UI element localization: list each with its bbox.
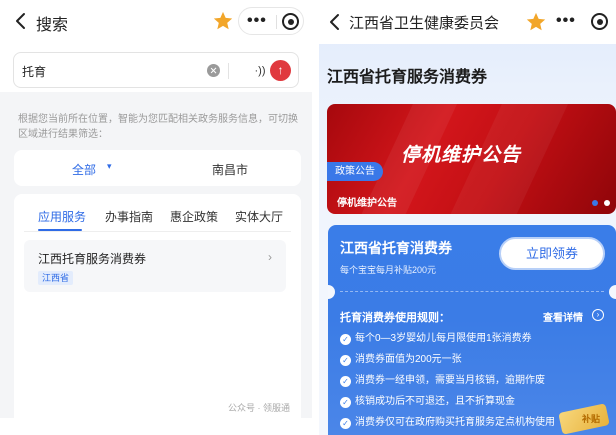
mini-program-capsule: •••	[552, 8, 612, 36]
chevron-right-circle-icon[interactable]: ›	[592, 309, 604, 321]
search-screen: 搜索 ••• ·)) ↑ 根据您当前所在位置，智能为您匹配相关政务服务信息，可切…	[0, 0, 312, 435]
mascot-text: 补贴	[582, 414, 601, 424]
search-results-area: 根据您当前所在位置，智能为您匹配相关政务服务信息，可切换区域进行结果筛选： 全部…	[4, 98, 309, 418]
carousel-dot[interactable]	[604, 200, 610, 206]
check-icon: ✓	[340, 355, 351, 366]
star-icon[interactable]	[212, 10, 234, 32]
check-icon: ✓	[340, 397, 351, 408]
region-filter: 全部 ▾ 南昌市	[14, 150, 301, 186]
more-icon[interactable]: •••	[556, 12, 576, 30]
check-icon: ✓	[340, 418, 351, 429]
coupon-divider	[340, 291, 604, 292]
rule-text: 消费券一经申领，需要当月核销，逾期作废	[355, 375, 545, 386]
location-hint: 根据您当前所在位置，智能为您匹配相关政务服务信息，可切换区域进行结果筛选：	[18, 114, 298, 140]
rule-item: ✓ 消费券面值为200元一张	[340, 350, 462, 366]
chevron-right-icon: ›	[268, 250, 272, 264]
banner-headline: 停机维护公告	[401, 145, 522, 166]
scope-select[interactable]: 全部	[72, 161, 96, 178]
clear-icon[interactable]	[207, 64, 220, 77]
tab-guides[interactable]: 办事指南	[105, 208, 153, 225]
view-details-link[interactable]: 查看详情	[543, 309, 583, 324]
section-heading: 江西省托育服务消费券	[327, 69, 488, 86]
rule-text: 消费券面值为200元一张	[355, 354, 462, 365]
page-title: 江西省卫生健康委员会	[349, 15, 500, 32]
tab-service-halls[interactable]: 实体大厅	[235, 208, 283, 225]
tab-divider	[24, 231, 291, 232]
rules-title: 托育消费券使用规则：	[340, 312, 450, 324]
result-title: 江西托育服务消费券	[38, 252, 147, 266]
tab-apps[interactable]: 应用服务	[38, 208, 86, 225]
rule-text: 消费券仅可在政府购买托育服务定点机构使用	[355, 417, 555, 428]
send-icon[interactable]: ↑	[270, 60, 291, 81]
check-icon: ✓	[340, 334, 351, 345]
rule-item: ✓ 核销成功后不可退还，且不折算现金	[340, 392, 515, 408]
announcement-banner[interactable]: 停机维护公告 政策公告 停机维护公告	[327, 104, 616, 214]
page-title: 搜索	[36, 17, 69, 34]
rule-item: ✓ 消费券一经申领，需要当月核销，逾期作废	[340, 371, 545, 387]
rule-text: 每个0—3岁婴幼儿每月限使用1张消费券	[355, 333, 532, 344]
rule-item: ✓ 每个0—3岁婴幼儿每月限使用1张消费券	[340, 329, 532, 345]
search-divider	[228, 63, 229, 79]
search-input[interactable]	[22, 61, 192, 81]
target-icon[interactable]	[282, 13, 299, 30]
region-tag: 江西省	[38, 271, 74, 285]
back-icon[interactable]	[10, 10, 32, 32]
screen: 搜索 ••• ·)) ↑ 根据您当前所在位置，智能为您匹配相关政务服务信息，可切…	[0, 0, 616, 435]
rule-item: ✓ 消费券仅可在政府购买托育服务定点机构使用	[340, 413, 555, 429]
banner-tag: 政策公告	[327, 162, 383, 181]
carousel-dot-active[interactable]	[592, 200, 598, 206]
rule-text: 核销成功后不可退还，且不折算现金	[355, 396, 515, 407]
star-icon[interactable]	[525, 11, 547, 33]
coupon-notch	[609, 285, 616, 299]
back-icon[interactable]	[325, 11, 345, 33]
search-bar: ·)) ↑	[13, 52, 299, 88]
tab-policies[interactable]: 惠企政策	[170, 208, 218, 225]
right-header: 江西省卫生健康委员会 •••	[319, 0, 616, 44]
more-icon[interactable]: •••	[247, 12, 267, 30]
left-header: 搜索 ••• ·)) ↑	[0, 0, 312, 92]
left-footer	[0, 418, 312, 435]
coupon-notch	[328, 285, 335, 299]
mini-program-capsule: •••	[238, 7, 304, 35]
coupon-screen: 江西省卫生健康委员会 ••• 江西省托育服务消费券 停机维护公告 政策公告 停机…	[319, 0, 616, 435]
banner-caption: 停机维护公告	[337, 198, 397, 209]
voice-icon[interactable]: ·))	[251, 62, 269, 80]
capsule-divider	[276, 15, 277, 29]
coupon-subtitle: 每个宝宝每月补贴200元	[340, 265, 437, 275]
chevron-down-icon[interactable]: ▾	[107, 161, 112, 172]
result-item[interactable]: 江西托育服务消费券 › 江西省	[24, 240, 286, 292]
claim-coupon-button[interactable]: 立即领券	[499, 237, 605, 270]
check-icon: ✓	[340, 376, 351, 387]
coupon-title: 江西省托育消费券	[340, 240, 452, 256]
mascot-badge[interactable]: 补贴	[558, 403, 610, 435]
watermark: 公众号 · 领服通	[228, 403, 290, 413]
city-select[interactable]: 南昌市	[212, 161, 248, 178]
target-icon[interactable]	[591, 13, 608, 30]
results-card: 应用服务 办事指南 惠企政策 实体大厅 江西托育服务消费券 › 江西省	[14, 194, 301, 418]
